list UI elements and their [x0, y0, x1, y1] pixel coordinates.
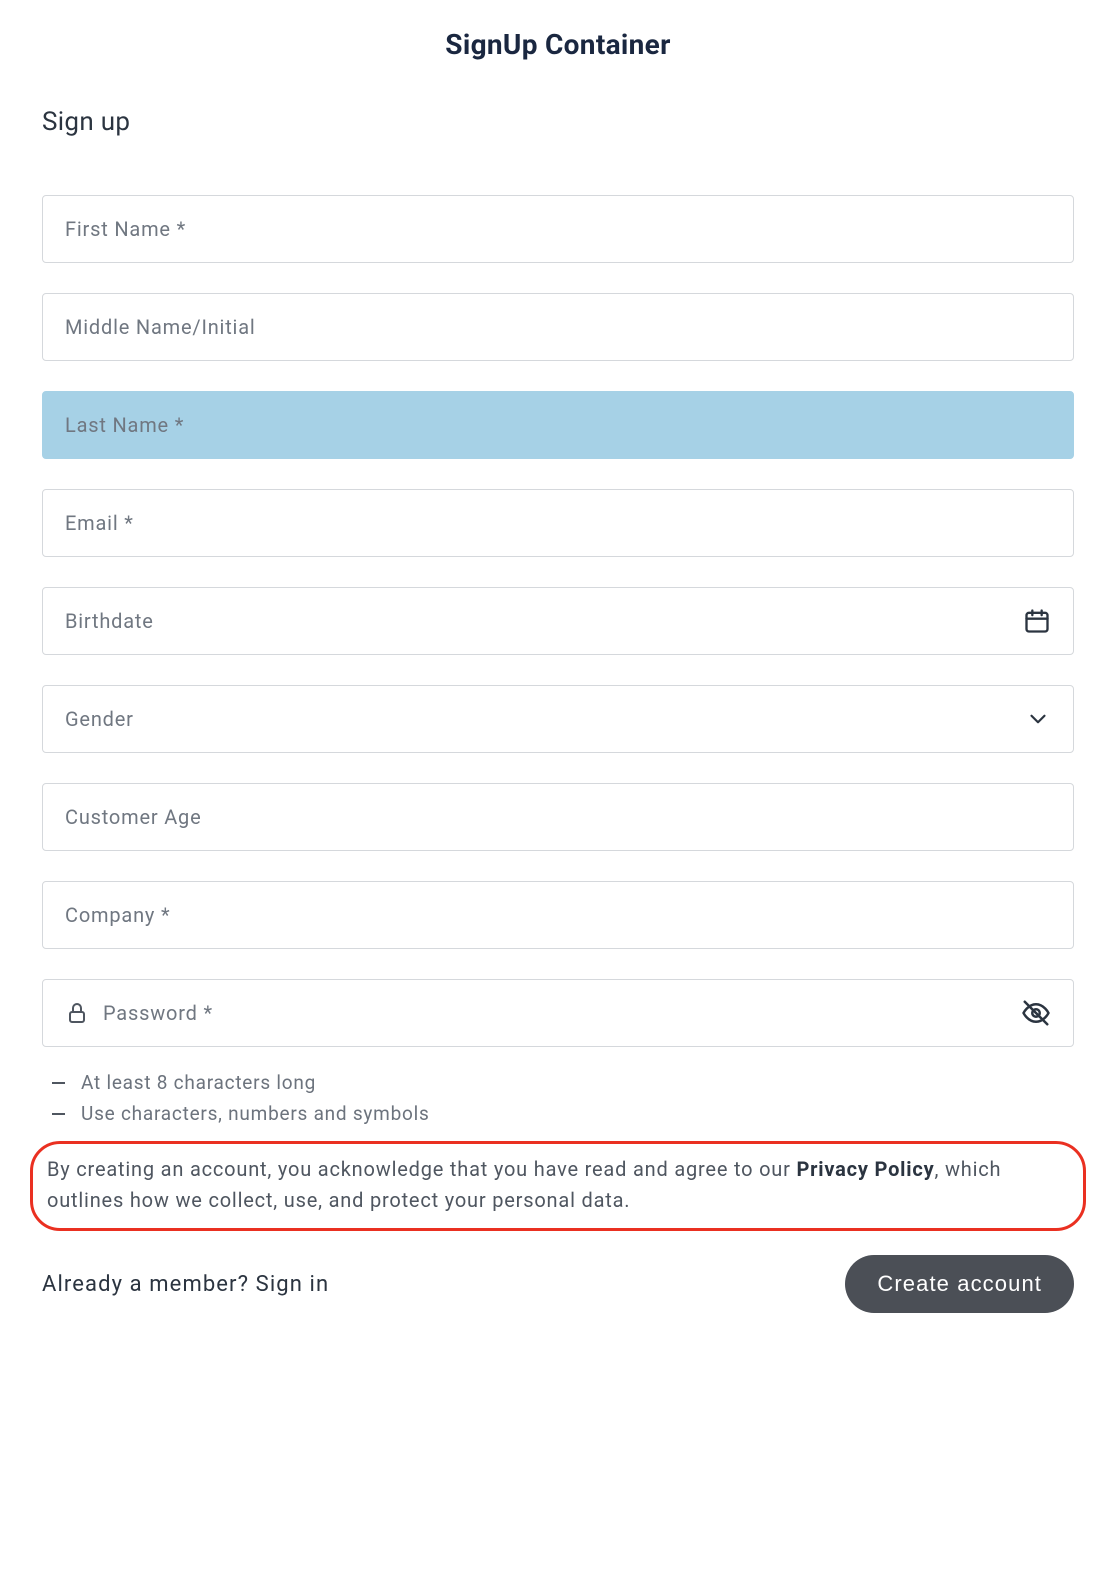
dash-icon: [52, 1113, 65, 1115]
middle-name-label: Middle Name/Initial: [65, 315, 256, 339]
birthdate-label: Birthdate: [65, 609, 154, 633]
password-hint-row: At least 8 characters long: [52, 1071, 1074, 1094]
gender-label: Gender: [65, 707, 134, 731]
dash-icon: [52, 1082, 65, 1084]
signup-heading: Sign up: [42, 107, 1074, 137]
page-title: SignUp Container: [42, 28, 1074, 61]
privacy-text: By creating an account, you acknowledge …: [47, 1154, 1069, 1216]
lock-icon: [65, 1001, 89, 1025]
privacy-policy-link[interactable]: Privacy Policy: [796, 1157, 934, 1181]
footer-row: Already a member? Sign in Create account: [42, 1255, 1074, 1313]
password-hints: At least 8 characters long Use character…: [42, 1071, 1074, 1125]
customer-age-label: Customer Age: [65, 805, 202, 829]
birthdate-field[interactable]: Birthdate: [42, 587, 1074, 655]
company-label: Company *: [65, 903, 170, 927]
first-name-field[interactable]: First Name *: [42, 195, 1074, 263]
first-name-label: First Name *: [65, 217, 186, 241]
eye-off-icon[interactable]: [1021, 998, 1051, 1028]
privacy-prefix: By creating an account, you acknowledge …: [47, 1157, 796, 1181]
password-label: Password *: [103, 1001, 213, 1025]
password-field[interactable]: Password *: [42, 979, 1074, 1047]
company-field[interactable]: Company *: [42, 881, 1074, 949]
email-field[interactable]: Email *: [42, 489, 1074, 557]
password-hint-row: Use characters, numbers and symbols: [52, 1102, 1074, 1125]
calendar-icon[interactable]: [1023, 607, 1051, 635]
gender-field[interactable]: Gender: [42, 685, 1074, 753]
create-account-button[interactable]: Create account: [845, 1255, 1074, 1313]
last-name-label: Last Name *: [65, 413, 184, 437]
customer-age-field[interactable]: Customer Age: [42, 783, 1074, 851]
last-name-field[interactable]: Last Name *: [42, 391, 1074, 459]
middle-name-field[interactable]: Middle Name/Initial: [42, 293, 1074, 361]
privacy-notice: By creating an account, you acknowledge …: [30, 1141, 1086, 1231]
email-label: Email *: [65, 511, 134, 535]
password-hint-text: At least 8 characters long: [81, 1071, 316, 1094]
chevron-down-icon[interactable]: [1025, 706, 1051, 732]
password-hint-text: Use characters, numbers and symbols: [81, 1102, 430, 1125]
signin-link[interactable]: Already a member? Sign in: [42, 1272, 329, 1297]
